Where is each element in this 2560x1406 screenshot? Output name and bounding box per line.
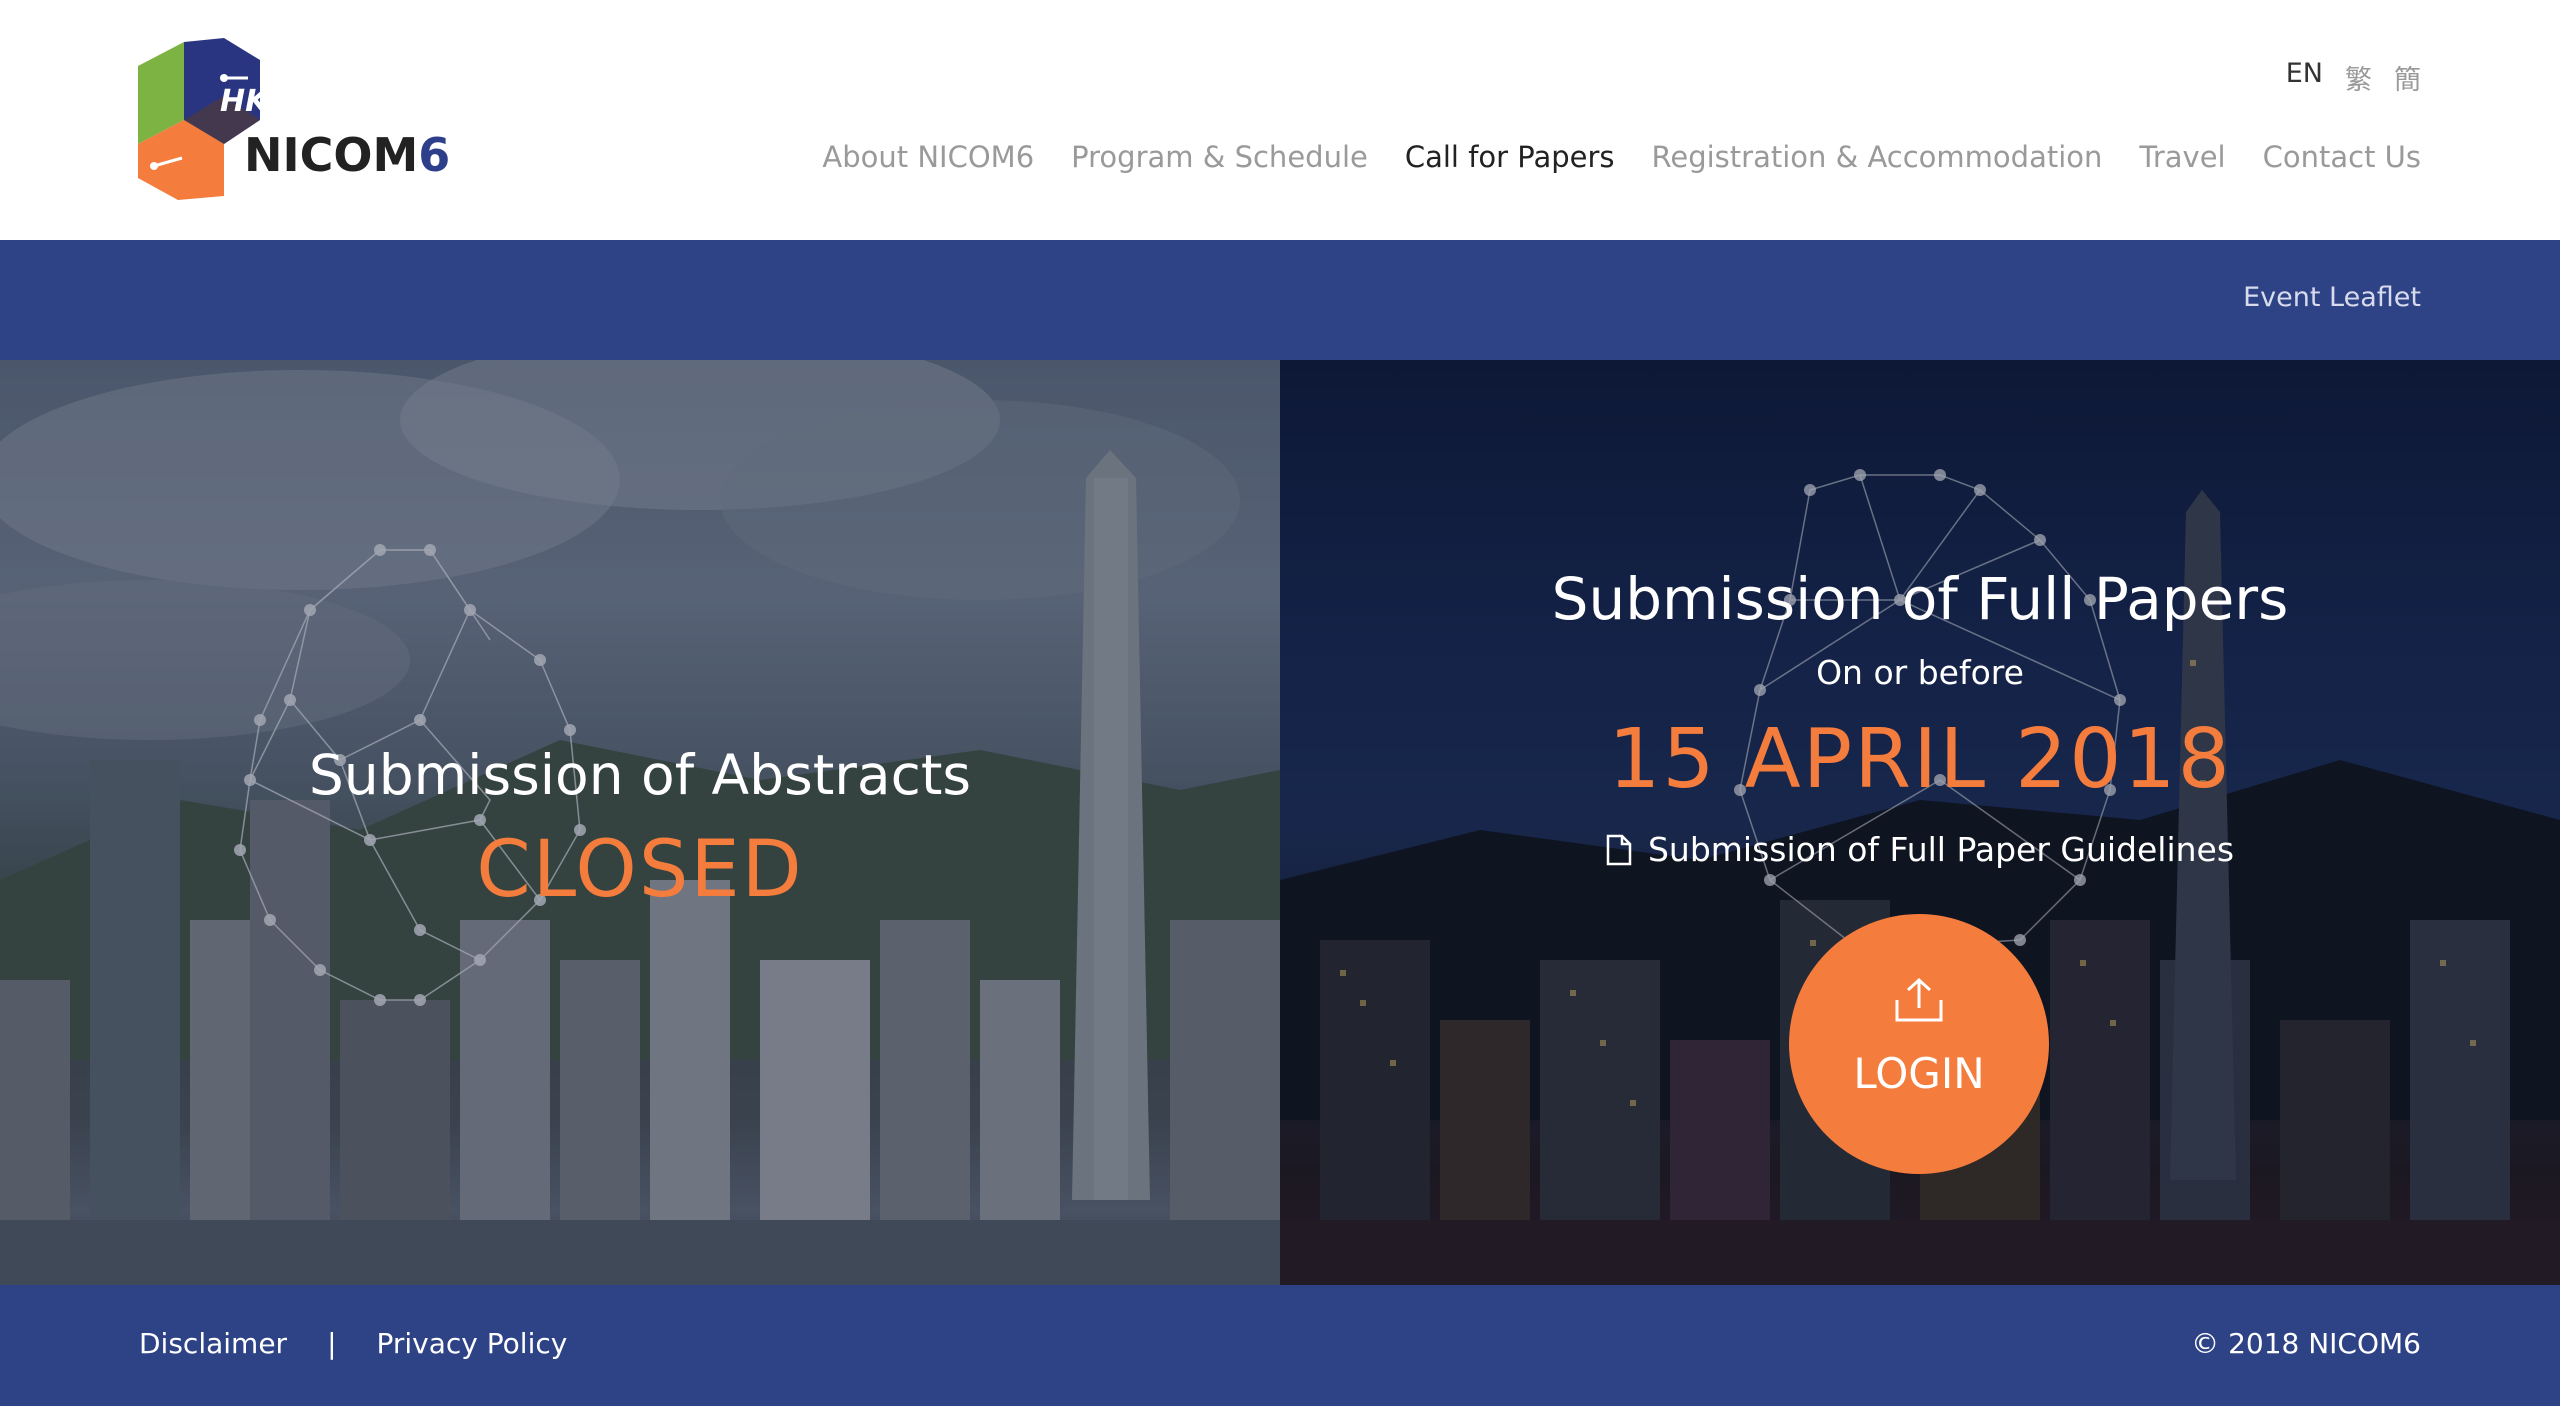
full-papers-panel: Submission of Full Papers On or before 1…: [1280, 360, 2560, 1285]
disclaimer-link[interactable]: Disclaimer: [139, 1327, 287, 1360]
document-icon: [1606, 834, 1632, 865]
nav-travel[interactable]: Travel: [2139, 140, 2225, 174]
hero-section: Submission of Abstracts CLOSED Submissio…: [0, 360, 2560, 1285]
logo-badge: HK: [220, 84, 269, 119]
event-leaflet-link[interactable]: Event Leaflet: [2243, 282, 2421, 313]
site-header: HK NICOM6 EN 繁 簡 About NICOM6 Program & …: [0, 0, 2560, 240]
full-papers-subtitle: On or before: [1816, 653, 2024, 692]
abstracts-panel: Submission of Abstracts CLOSED: [0, 360, 1280, 1285]
abstracts-status: CLOSED: [476, 825, 804, 915]
logo-name: NICOM: [244, 128, 419, 182]
login-label: LOGIN: [1853, 1049, 1985, 1098]
site-footer: Disclaimer | Privacy Policy © 2018 NICOM…: [0, 1285, 2560, 1406]
guidelines-label: Submission of Full Paper Guidelines: [1647, 830, 2235, 869]
logo-wordmark: NICOM6: [244, 128, 450, 182]
logo-number: 6: [418, 128, 451, 182]
main-nav: About NICOM6 Program & Schedule Call for…: [822, 140, 2421, 174]
lang-simplified-chinese[interactable]: 簡: [2394, 58, 2421, 97]
privacy-policy-link[interactable]: Privacy Policy: [377, 1327, 568, 1360]
nav-program-schedule[interactable]: Program & Schedule: [1071, 140, 1368, 174]
upload-icon: [1895, 977, 1943, 1022]
nav-call-for-papers[interactable]: Call for Papers: [1405, 140, 1615, 174]
full-papers-deadline: 15 APRIL 2018: [1608, 712, 2232, 807]
abstracts-title: Submission of Abstracts: [308, 743, 972, 807]
daytime-skyline-image: [0, 360, 1280, 1285]
copyright-text: © 2018 NICOM6: [2191, 1327, 2421, 1360]
footer-links: Disclaimer | Privacy Policy: [139, 1327, 567, 1360]
nav-registration-accommodation[interactable]: Registration & Accommodation: [1652, 140, 2103, 174]
nav-contact-us[interactable]: Contact Us: [2263, 140, 2421, 174]
sub-navigation-bar: Event Leaflet: [0, 240, 2560, 360]
language-switcher: EN 繁 簡: [2286, 58, 2421, 97]
nicom6-logo[interactable]: HK NICOM6: [138, 38, 468, 203]
full-paper-guidelines-link[interactable]: Submission of Full Paper Guidelines: [1280, 830, 2560, 869]
footer-separator: |: [327, 1327, 337, 1360]
lang-en[interactable]: EN: [2286, 58, 2323, 97]
login-button[interactable]: LOGIN: [1789, 914, 2049, 1174]
lang-traditional-chinese[interactable]: 繁: [2345, 58, 2372, 97]
nav-about[interactable]: About NICOM6: [822, 140, 1034, 174]
full-papers-title: Submission of Full Papers: [1551, 565, 2289, 633]
